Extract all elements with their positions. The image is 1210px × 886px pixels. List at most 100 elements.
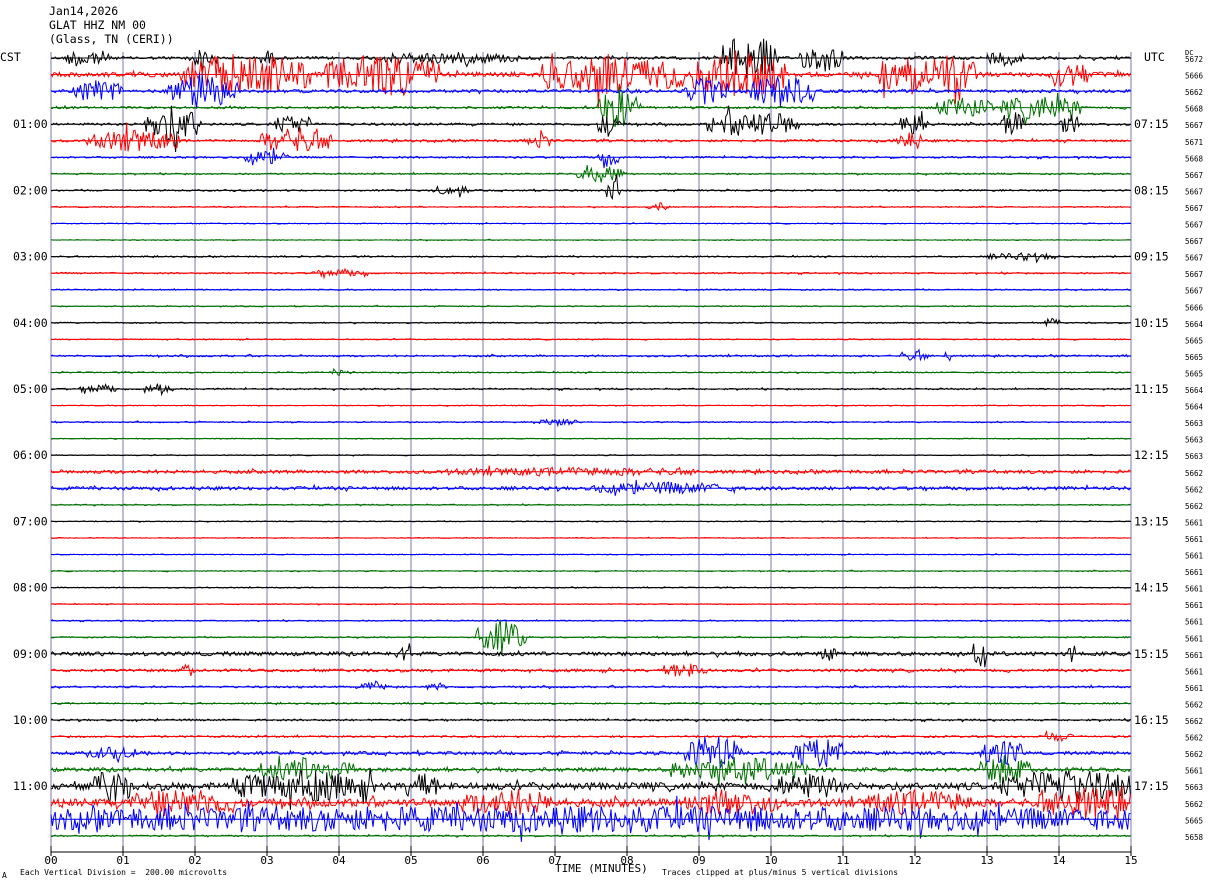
dc-offset-4: 5667	[1185, 121, 1203, 130]
dc-offset-26: 5662	[1185, 485, 1203, 494]
x-tick-label-04: 04	[332, 854, 346, 867]
trace-row-37	[50, 663, 1131, 677]
dc-offset-27: 5662	[1185, 502, 1203, 511]
dc-offset-47: 5658	[1185, 833, 1204, 842]
trace-row-14	[50, 287, 1131, 292]
dc-offset-20: 5664	[1185, 386, 1204, 395]
x-tick-label-11: 11	[836, 854, 849, 867]
trace-row-25	[50, 465, 1131, 478]
dc-offset-43: 5661	[1185, 767, 1203, 776]
trace-row-34	[50, 618, 1131, 623]
trace-row-6	[50, 147, 1131, 169]
trace-row-5	[50, 122, 1131, 152]
right-hour-label-2: 09:15	[1134, 250, 1169, 264]
right-hour-label-5: 12:15	[1134, 448, 1169, 462]
dc-offset-24: 5663	[1185, 452, 1203, 461]
dc-offset-45: 5662	[1185, 800, 1203, 809]
dc-offset-37: 5661	[1185, 667, 1203, 676]
trace-row-32	[50, 585, 1131, 590]
seismogram-chart: 00 01 02 03 04 05 06 07 08 09 10 11 12 13 14 1556725666…	[13, 38, 1204, 867]
x-tick-label-03: 03	[260, 854, 273, 867]
dc-offset-21: 5664	[1185, 403, 1204, 412]
trace-row-13	[50, 267, 1131, 280]
dc-offset-18: 5665	[1185, 353, 1203, 362]
dc-offset-8: 5667	[1185, 187, 1203, 196]
dc-offset-28: 5661	[1185, 518, 1203, 527]
dc-offset-42: 5662	[1185, 750, 1203, 759]
x-tick-label-10: 10	[764, 854, 777, 867]
trace-row-17	[50, 337, 1131, 341]
right-hour-label-0: 07:15	[1134, 117, 1169, 131]
right-hour-label-9: 16:15	[1134, 713, 1169, 727]
dc-offset-25: 5662	[1185, 469, 1203, 478]
dc-offset-6: 5668	[1185, 154, 1204, 163]
left-hour-label-9: 10:00	[13, 713, 48, 727]
left-hour-label-2: 03:00	[13, 250, 48, 264]
x-tick-label-14: 14	[1052, 854, 1066, 867]
trace-row-18	[50, 348, 1131, 362]
clip-note: Traces clipped at plus/minus 5 vertical …	[662, 868, 899, 877]
left-hour-label-1: 02:00	[13, 183, 48, 197]
x-tick-label-06: 06	[476, 854, 489, 867]
x-tick-label-09: 09	[692, 854, 705, 867]
dc-offset-9: 5667	[1185, 204, 1203, 213]
dc-offset-32: 5661	[1185, 585, 1203, 594]
dc-offset-35: 5661	[1185, 634, 1203, 643]
left-hour-label-6: 07:00	[13, 514, 48, 528]
left-hour-label-4: 05:00	[13, 382, 48, 396]
dc-offset-41: 5662	[1185, 734, 1203, 743]
left-hour-label-10: 11:00	[13, 779, 48, 793]
dc-offset-3: 5668	[1185, 105, 1204, 114]
trace-row-38	[50, 680, 1131, 691]
dc-offset-2: 5662	[1185, 88, 1203, 97]
trace-row-21	[50, 404, 1131, 407]
dc-offset-29: 5661	[1185, 535, 1203, 544]
left-hour-label-8: 09:00	[13, 647, 48, 661]
trace-row-15	[50, 304, 1131, 308]
trace-row-33	[50, 602, 1131, 606]
trace-row-45	[50, 786, 1131, 822]
left-hour-label-5: 06:00	[13, 448, 48, 462]
dc-offset-34: 5661	[1185, 618, 1203, 627]
dc-offset-15: 5666	[1185, 303, 1204, 312]
right-hour-label-4: 11:15	[1134, 382, 1169, 396]
dc-offset-46: 5665	[1185, 816, 1203, 825]
dc-offset-23: 5663	[1185, 436, 1203, 445]
x-tick-label-12: 12	[908, 854, 921, 867]
left-hour-label-3: 04:00	[13, 316, 48, 330]
left-hour-label-7: 08:00	[13, 581, 48, 595]
x-tick-label-13: 13	[980, 854, 993, 867]
dc-offset-39: 5662	[1185, 700, 1203, 709]
dc-offset-19: 5665	[1185, 369, 1203, 378]
dc-offset-14: 5667	[1185, 287, 1203, 296]
dc-offset-10: 5667	[1185, 221, 1203, 230]
dc-offset-31: 5661	[1185, 568, 1203, 577]
trace-row-31	[50, 569, 1131, 573]
trace-row-24	[50, 453, 1131, 457]
x-tick-label-05: 05	[404, 854, 417, 867]
trace-row-23	[50, 437, 1131, 441]
trace-row-9	[50, 202, 1131, 211]
scale-note: Each Vertical Division = 200.00 microvol…	[20, 868, 228, 877]
left-hour-label-0: 01:00	[13, 117, 48, 131]
right-hour-label-1: 08:15	[1134, 183, 1169, 197]
dc-offset-36: 5661	[1185, 651, 1203, 660]
trace-row-8	[50, 174, 1131, 201]
trace-row-28	[50, 519, 1131, 523]
x-tick-label-00: 00	[44, 854, 57, 867]
dc-offset-12: 5667	[1185, 254, 1203, 263]
dc-offset-1: 5666	[1185, 72, 1204, 81]
dc-offset-40: 5662	[1185, 717, 1203, 726]
trace-row-35	[51, 619, 1131, 655]
dc-offset-30: 5661	[1185, 552, 1203, 561]
dc-offset-38: 5661	[1185, 684, 1203, 693]
dc-offset-13: 5667	[1185, 270, 1203, 279]
trace-row-16	[51, 317, 1131, 328]
trace-row-43	[50, 755, 1131, 786]
dc-offset-22: 5663	[1185, 419, 1203, 428]
trace-row-27	[50, 503, 1131, 507]
corner-mark: A	[2, 871, 7, 880]
dc-offset-16: 5664	[1185, 320, 1204, 329]
right-hour-label-10: 17:15	[1134, 779, 1169, 793]
x-tick-label-01: 01	[116, 854, 129, 867]
